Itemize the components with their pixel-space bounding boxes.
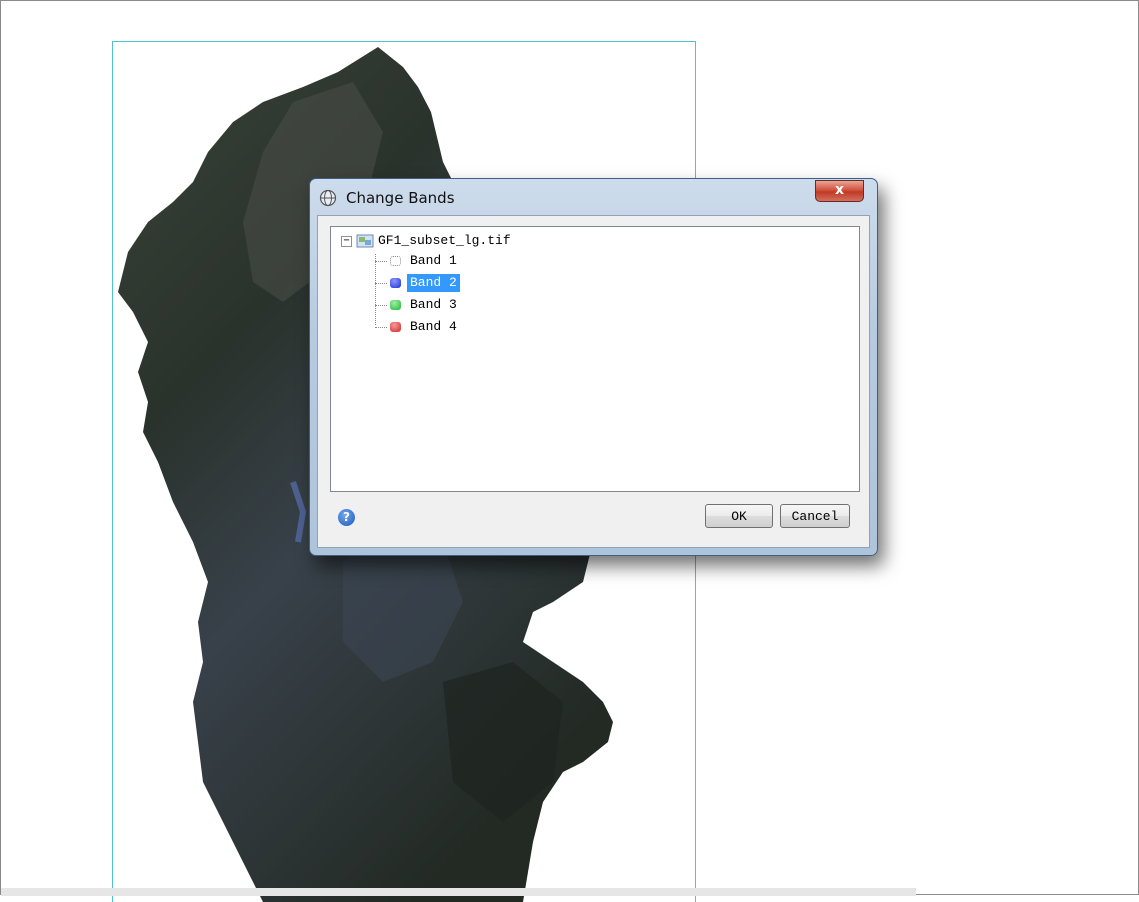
band-item-3[interactable]: Band 3 xyxy=(375,296,575,314)
band-item-2[interactable]: Band 2 xyxy=(375,274,575,292)
band-item-4[interactable]: Band 4 xyxy=(375,318,575,336)
band-label: Band 4 xyxy=(410,319,457,334)
globe-icon xyxy=(319,189,337,207)
band-label: Band 1 xyxy=(410,253,457,268)
band-item-1[interactable]: Band 1 xyxy=(375,252,575,270)
band-label: Band 3 xyxy=(410,297,457,312)
red-swatch-icon xyxy=(390,322,401,332)
ok-button[interactable]: OK xyxy=(705,504,773,528)
dialog-body: − GF1_subset_lg.tif Band 1 Band 2 Band 3… xyxy=(317,215,870,548)
green-swatch-icon xyxy=(390,300,401,310)
change-bands-dialog: Change Bands x − GF1_subset_lg.tif Band … xyxy=(309,178,878,556)
band-label: Band 2 xyxy=(407,274,460,292)
collapse-icon[interactable]: − xyxy=(341,236,352,247)
help-icon[interactable]: ? xyxy=(338,509,355,526)
blue-swatch-icon xyxy=(390,278,401,288)
file-name-label: GF1_subset_lg.tif xyxy=(378,233,511,248)
close-icon: x xyxy=(834,182,845,198)
dialog-title: Change Bands xyxy=(346,189,455,207)
raster-file-icon xyxy=(356,234,374,248)
dialog-titlebar[interactable]: Change Bands x xyxy=(310,179,877,217)
close-button[interactable]: x xyxy=(815,180,864,202)
cancel-button[interactable]: Cancel xyxy=(780,504,850,528)
band-tree[interactable]: − GF1_subset_lg.tif Band 1 Band 2 Band 3… xyxy=(330,226,860,492)
empty-swatch-icon xyxy=(390,256,401,266)
